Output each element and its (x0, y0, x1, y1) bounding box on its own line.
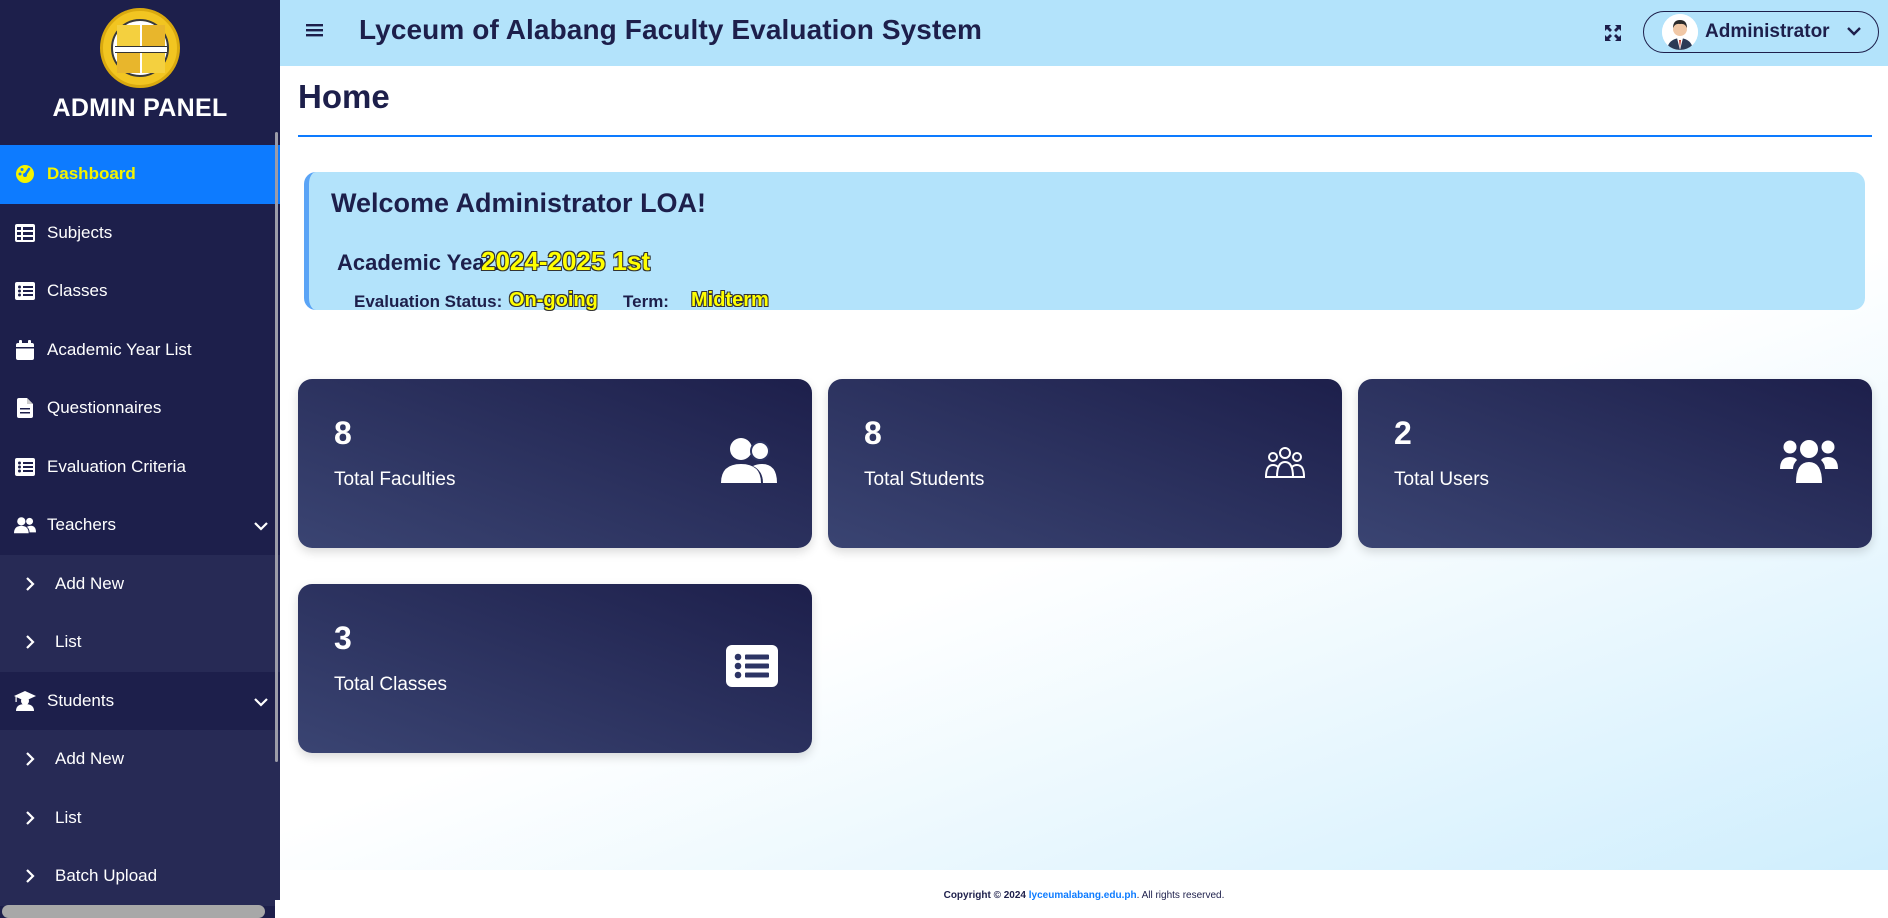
sidebar-item-label: Add New (55, 573, 124, 593)
sidebar-item-questionnaires[interactable]: Questionnaires (0, 379, 280, 438)
chevron-right-icon (22, 865, 38, 887)
user-menu[interactable]: Administrator (1643, 11, 1879, 53)
sidebar-item-label: Evaluation Criteria (47, 456, 186, 476)
sidebar-item-evaluation-criteria[interactable]: Evaluation Criteria (0, 438, 280, 497)
app-title: Lyceum of Alabang Faculty Evaluation Sys… (359, 14, 983, 45)
stat-card-total-students[interactable]: 8 Total Students (828, 379, 1342, 548)
term-value: Midterm (691, 289, 769, 311)
chevron-down-icon (1846, 24, 1862, 42)
sidebar-item-students-list[interactable]: List (0, 788, 280, 847)
sidebar-item-dashboard[interactable]: Dashboard (0, 145, 280, 204)
sidebar-scrollbar[interactable] (275, 132, 278, 762)
sidebar-item-academic-year-list[interactable]: Academic Year List (0, 321, 280, 380)
sidebar-item-students[interactable]: Students (0, 672, 280, 731)
sidebar-item-students-add-new[interactable]: Add New (0, 730, 280, 789)
welcome-title: Welcome Administrator LOA! (331, 188, 707, 218)
sidebar-item-students-batch-upload[interactable]: Batch Upload (0, 847, 280, 906)
sidebar-item-label: Classes (47, 281, 108, 301)
sidebar-item-label: Dashboard (47, 164, 136, 184)
evaluation-status-label: Evaluation Status: (354, 292, 503, 311)
chevron-right-icon (22, 807, 38, 829)
chevron-right-icon (22, 748, 38, 770)
list-alt-icon (726, 645, 778, 692)
copyright-text: Copyright © 2024 (943, 890, 1026, 901)
menu-toggle-icon[interactable] (306, 22, 324, 43)
chevron-right-icon (22, 631, 38, 653)
stat-card-total-faculties[interactable]: 8 Total Faculties (298, 379, 812, 548)
chevron-down-icon[interactable] (254, 692, 268, 712)
footer-rights-text: . All rights reserved. (1136, 890, 1225, 901)
chevron-right-icon (22, 573, 38, 595)
footer-site-link[interactable]: lyceumalabang.edu.ph (1029, 890, 1137, 901)
sidebar-item-subjects[interactable]: Subjects (0, 204, 280, 263)
stat-label: Total Students (864, 469, 985, 490)
sidebar-item-label: Teachers (47, 515, 116, 535)
sidebar-item-label: Students (47, 690, 115, 710)
sidebar-item-label: Subjects (47, 222, 113, 242)
admin-panel-title: ADMIN PANEL (52, 94, 228, 122)
top-header: Lyceum of Alabang Faculty Evaluation Sys… (280, 0, 1888, 66)
sidebar-item-label: List (55, 632, 82, 652)
user-friends-icon (720, 437, 778, 490)
users-group-icon (1780, 437, 1838, 490)
chevron-down-icon[interactable] (254, 516, 268, 536)
avatar (1662, 14, 1698, 50)
users-icon (14, 514, 36, 536)
list-icon (14, 456, 36, 478)
stat-value: 8 (864, 415, 882, 451)
sidebar-item-teachers[interactable]: Teachers (0, 496, 280, 555)
sidebar-item-label: Questionnaires (47, 398, 162, 418)
stat-value: 2 (1394, 415, 1412, 451)
stat-card-total-users[interactable]: 2 Total Users (1358, 379, 1872, 548)
sidebar-item-label: List (55, 807, 82, 827)
sidebar-horizontal-scrollbar[interactable] (2, 905, 265, 918)
sidebar-item-teachers-add-new[interactable]: Add New (0, 554, 280, 613)
stat-value: 3 (334, 620, 352, 656)
sidebar-item-label: Add New (55, 749, 124, 769)
term-label: Term: (623, 292, 669, 311)
table-list-icon (14, 222, 36, 244)
list-icon (14, 280, 36, 302)
stat-label: Total Faculties (334, 469, 456, 490)
calendar-icon (14, 339, 36, 361)
academic-year-label: Academic Year: (337, 250, 501, 275)
stat-value: 8 (334, 415, 352, 451)
user-name: Administrator (1705, 21, 1830, 42)
sidebar-nav: Dashboard Subjects Classes Academic Year… (0, 145, 280, 906)
fullscreen-icon[interactable] (1604, 24, 1622, 47)
page-title: Home (298, 78, 390, 115)
sidebar: ADMIN PANEL Dashboard Subjects Classes A… (0, 0, 280, 918)
stat-card-total-classes[interactable]: 3 Total Classes (298, 584, 812, 753)
footer: Copyright © 2024 lyceumalabang.edu.ph. A… (280, 870, 1888, 918)
stat-label: Total Users (1394, 469, 1490, 490)
dashboard-icon (14, 163, 36, 185)
graduate-icon (14, 690, 36, 712)
document-icon (14, 397, 36, 419)
students-outline-icon (1264, 445, 1306, 484)
main-content: Home Welcome Administrator LOA! Academic… (280, 66, 1888, 870)
sidebar-item-classes[interactable]: Classes (0, 262, 280, 321)
divider (298, 135, 1872, 137)
evaluation-status-value: On-going (509, 289, 598, 311)
sidebar-brand: ADMIN PANEL (0, 0, 280, 145)
sidebar-item-label: Batch Upload (55, 866, 158, 886)
stat-label: Total Classes (334, 674, 447, 695)
sidebar-item-teachers-list[interactable]: List (0, 613, 280, 672)
academic-year-value: 2024-2025 1st (481, 246, 651, 276)
welcome-callout: Welcome Administrator LOA! Academic Year… (304, 172, 1865, 311)
school-logo (100, 8, 180, 88)
sidebar-item-label: Academic Year List (47, 339, 192, 359)
